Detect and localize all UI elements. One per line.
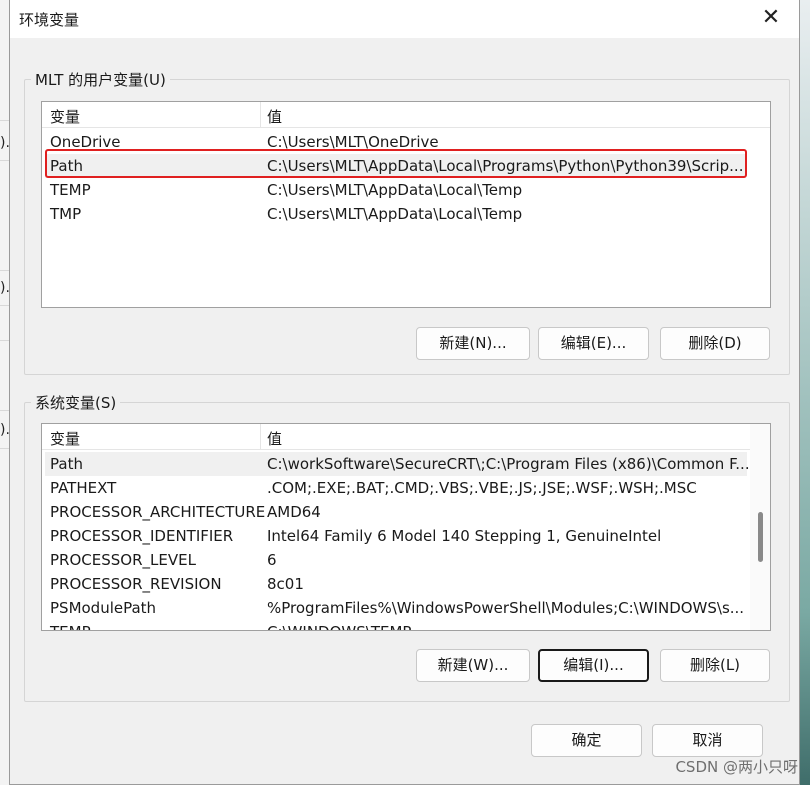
system-var-row-processor-identifier[interactable]: PROCESSOR_IDENTIFIER Intel64 Family 6 Mo… bbox=[45, 524, 747, 548]
variable-name: Path bbox=[50, 455, 83, 473]
list-header: 变量 值 bbox=[42, 424, 750, 450]
variable-name: TMP bbox=[50, 205, 82, 223]
column-header-variable[interactable]: 变量 bbox=[50, 106, 80, 127]
variable-name: PROCESSOR_LEVEL bbox=[50, 551, 196, 569]
system-var-row-processor-revision[interactable]: PROCESSOR_REVISION 8c01 bbox=[45, 572, 747, 596]
user-variables-list[interactable]: 变量 值 OneDrive C:\Users\MLT\OneDrive Path… bbox=[41, 101, 771, 308]
variable-value: AMD64 bbox=[267, 503, 321, 521]
variable-name: PSModulePath bbox=[50, 599, 157, 617]
system-var-row-temp[interactable]: TEMP C:\WINDOWS\TEMP bbox=[45, 620, 747, 630]
user-var-row-temp[interactable]: TEMP C:\Users\MLT\AppData\Local\Temp bbox=[45, 178, 745, 202]
cancel-button[interactable]: 取消 bbox=[652, 724, 763, 757]
user-delete-button[interactable]: 删除(D) bbox=[660, 327, 770, 360]
user-edit-button[interactable]: 编辑(E)... bbox=[538, 327, 649, 360]
variable-value: C:\WINDOWS\TEMP bbox=[267, 623, 411, 630]
user-variables-label: MLT 的用户变量(U) bbox=[31, 69, 170, 90]
system-edit-button[interactable]: 编辑(I)... bbox=[538, 649, 649, 682]
close-icon: ✕ bbox=[761, 5, 781, 30]
user-new-button[interactable]: 新建(N)... bbox=[416, 327, 530, 360]
dialog-title: 环境变量 bbox=[19, 11, 80, 29]
system-var-row-pathext[interactable]: PATHEXT .COM;.EXE;.BAT;.CMD;.VBS;.VBE;.J… bbox=[45, 476, 747, 500]
title-bar: 环境变量 ✕ bbox=[10, 0, 799, 38]
variable-name: TEMP bbox=[50, 623, 91, 630]
system-delete-button[interactable]: 删除(L) bbox=[660, 649, 770, 682]
vertical-scrollbar[interactable] bbox=[750, 424, 770, 630]
variable-name: TEMP bbox=[50, 181, 91, 199]
variable-value: C:\workSoftware\SecureCRT\;C:\Program Fi… bbox=[267, 455, 750, 473]
variable-value: Intel64 Family 6 Model 140 Stepping 1, G… bbox=[267, 527, 662, 545]
user-var-row-tmp[interactable]: TMP C:\Users\MLT\AppData\Local\Temp bbox=[45, 202, 745, 226]
red-highlight-box bbox=[45, 149, 747, 178]
system-new-button[interactable]: 新建(W)... bbox=[416, 649, 530, 682]
watermark: CSDN @两小只呀 bbox=[675, 758, 798, 776]
column-header-value[interactable]: 值 bbox=[267, 106, 282, 127]
scrollbar-thumb[interactable] bbox=[758, 512, 763, 562]
system-var-row-path[interactable]: Path C:\workSoftware\SecureCRT\;C:\Progr… bbox=[45, 452, 750, 476]
variable-value: .COM;.EXE;.BAT;.CMD;.VBS;.VBE;.JS;.JSE;.… bbox=[267, 479, 697, 497]
variable-value: C:\Users\MLT\AppData\Local\Temp bbox=[267, 181, 523, 199]
variable-value: 6 bbox=[267, 551, 277, 569]
variable-name: PATHEXT bbox=[50, 479, 117, 497]
variable-name: PROCESSOR_REVISION bbox=[50, 575, 222, 593]
variable-name: PROCESSOR_ARCHITECTURE bbox=[50, 503, 266, 521]
ok-button[interactable]: 确定 bbox=[531, 724, 642, 757]
close-button[interactable]: ✕ bbox=[755, 5, 787, 33]
variable-name: PROCESSOR_IDENTIFIER bbox=[50, 527, 234, 545]
column-header-variable[interactable]: 变量 bbox=[50, 428, 80, 449]
system-variables-label: 系统变量(S) bbox=[31, 392, 121, 413]
system-var-row-psmodulepath[interactable]: PSModulePath %ProgramFiles%\WindowsPower… bbox=[45, 596, 747, 620]
system-variables-list[interactable]: 变量 值 Path C:\workSoftware\SecureCRT\;C:\… bbox=[41, 423, 771, 631]
column-divider[interactable] bbox=[260, 424, 261, 450]
environment-variables-dialog: 环境变量 ✕ MLT 的用户变量(U) 变量 值 OneDrive C:\Use… bbox=[9, 0, 800, 785]
system-var-row-processor-level[interactable]: PROCESSOR_LEVEL 6 bbox=[45, 548, 747, 572]
variable-value: C:\Users\MLT\AppData\Local\Temp bbox=[267, 205, 523, 223]
variable-value: 8c01 bbox=[267, 575, 304, 593]
list-header: 变量 值 bbox=[42, 102, 770, 128]
variable-value: %ProgramFiles%\WindowsPowerShell\Modules… bbox=[267, 599, 745, 617]
column-header-value[interactable]: 值 bbox=[267, 428, 282, 449]
system-var-row-processor-architecture[interactable]: PROCESSOR_ARCHITECTURE AMD64 bbox=[45, 500, 747, 524]
column-divider[interactable] bbox=[260, 102, 261, 128]
